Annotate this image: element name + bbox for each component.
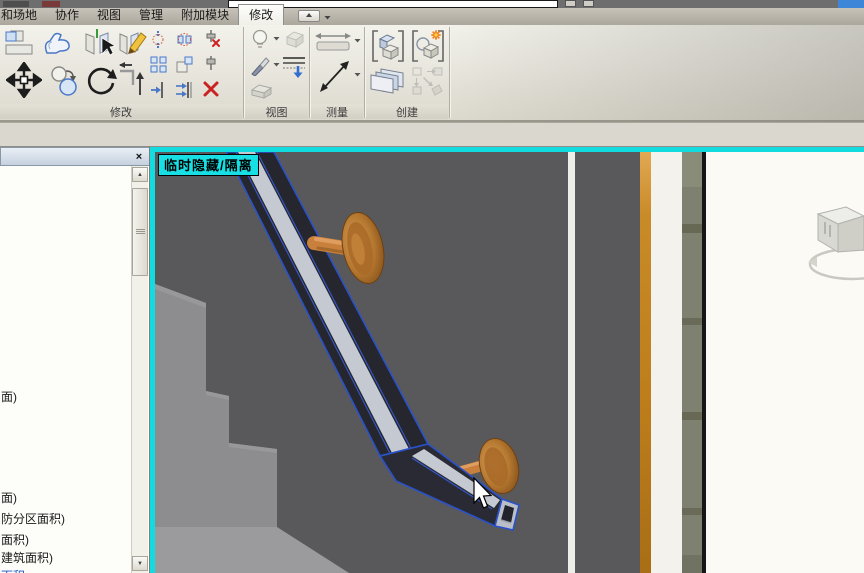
scroll-up-icon[interactable]: ▲ xyxy=(132,167,148,182)
tree-item-selected[interactable]: 面积 xyxy=(1,567,25,573)
scale-button[interactable] xyxy=(176,56,193,73)
panel-label-modify: 修改 xyxy=(0,104,242,119)
vertical-scrollbar[interactable]: ▲ ▼ xyxy=(131,166,148,573)
create-group-button[interactable] xyxy=(370,29,406,63)
tab-view[interactable]: 视图 xyxy=(88,5,130,25)
align-button[interactable] xyxy=(150,81,168,99)
tab-site[interactable]: 和场地 xyxy=(0,5,46,25)
project-browser-tree[interactable]: 面) 面) 防分区面积) 面积) 建筑面积) 面积 ▲ ▼ xyxy=(0,166,150,573)
dropdown-arrow-icon[interactable] xyxy=(354,72,361,77)
window-button-icon[interactable] xyxy=(565,0,576,7)
options-bar xyxy=(0,122,864,147)
ribbon-tab-bar: 和场地 协作 视图 管理 附加模块 修改 xyxy=(0,8,864,25)
panel-label-view: 视图 xyxy=(245,104,308,119)
panel-view: 视图 xyxy=(245,25,308,120)
create-parts-button[interactable] xyxy=(412,67,444,97)
delete-button[interactable] xyxy=(202,80,220,98)
tree-item[interactable]: 面) xyxy=(1,388,17,405)
scene-canvas[interactable] xyxy=(155,152,864,573)
ribbon-shading xyxy=(444,25,864,122)
array-button[interactable] xyxy=(150,56,167,73)
panel-modify: 修改 xyxy=(0,25,242,120)
split-element-button[interactable] xyxy=(84,28,118,58)
scroll-down-icon[interactable]: ▼ xyxy=(132,556,148,571)
create-assembly-button[interactable] xyxy=(369,65,409,99)
trim-extend-button[interactable] xyxy=(118,28,148,58)
tab-manage[interactable]: 管理 xyxy=(130,5,172,25)
dropdown-arrow-icon[interactable] xyxy=(273,62,280,67)
close-icon[interactable]: × xyxy=(132,150,146,164)
pin-button[interactable] xyxy=(203,55,220,72)
white-wall-strip xyxy=(651,152,682,573)
thin-lines-icon[interactable] xyxy=(282,55,306,78)
ribbon: 修改 xyxy=(0,25,864,122)
split-gap-alt-button[interactable] xyxy=(176,31,193,48)
tree-item[interactable]: 防分区面积) xyxy=(1,510,65,527)
panel-measure: 测量 xyxy=(311,25,363,120)
ribbon-collapse-button[interactable] xyxy=(298,10,320,22)
split-with-gap-button[interactable] xyxy=(150,31,167,48)
infocenter-blue-fragment xyxy=(838,0,864,8)
thumb-grip xyxy=(136,229,145,230)
ribbon-collapse-dropdown-icon[interactable] xyxy=(324,13,331,22)
measure-tape-icon[interactable] xyxy=(315,31,351,53)
panel-divider xyxy=(364,27,365,118)
multi-align-button[interactable] xyxy=(175,81,194,99)
tab-addins[interactable]: 附加模块 xyxy=(172,5,238,25)
tree-item[interactable]: 建筑面积) xyxy=(1,549,53,566)
wall-corner-strip xyxy=(568,152,575,573)
panel-create: 创建 xyxy=(366,25,448,120)
panel-label-create: 创建 xyxy=(366,104,448,119)
copy-button[interactable] xyxy=(48,65,82,97)
panel-label-measure: 测量 xyxy=(311,104,363,119)
paintbrush-override-icon[interactable] xyxy=(250,56,270,76)
tab-collaborate[interactable]: 协作 xyxy=(46,5,88,25)
scrollbar-thumb[interactable] xyxy=(132,188,148,276)
concrete-texture-strip xyxy=(682,152,703,573)
panel-divider xyxy=(309,27,310,118)
tab-modify[interactable]: 修改 xyxy=(238,4,284,25)
rotate-button[interactable] xyxy=(84,63,118,97)
move-button[interactable] xyxy=(6,62,42,98)
paste-button[interactable] xyxy=(3,29,35,57)
dropdown-arrow-icon[interactable] xyxy=(354,38,361,43)
project-browser-panel: × 面) 面) 防分区面积) 面积) 建筑面积) 面积 ▲ ▼ xyxy=(0,147,150,573)
isolate-box-icon[interactable] xyxy=(250,82,274,100)
window-button-icon[interactable] xyxy=(583,0,594,7)
panel-divider xyxy=(243,27,244,118)
unpin-button[interactable] xyxy=(202,29,221,48)
tree-item[interactable]: 面) xyxy=(1,489,17,506)
measure-dimension-icon[interactable] xyxy=(319,59,351,95)
wall-edge-line xyxy=(702,152,706,573)
wood-trim-strip xyxy=(640,152,651,573)
panel-divider xyxy=(449,27,450,118)
drawing-area-3d-view[interactable]: 临时隐藏/隔离 xyxy=(150,147,864,573)
create-similar-button[interactable] xyxy=(410,29,446,63)
dropdown-arrow-icon[interactable] xyxy=(273,36,280,41)
project-browser-titlebar[interactable]: × xyxy=(0,147,150,166)
temporary-hide-isolate-badge: 临时隐藏/隔离 xyxy=(158,154,259,176)
hide-window-icon[interactable] xyxy=(283,29,306,49)
tree-item[interactable]: 面积) xyxy=(1,531,29,548)
lightbulb-reveal-icon[interactable] xyxy=(250,29,270,50)
collapse-up-icon xyxy=(305,12,313,18)
offset-button[interactable] xyxy=(118,61,148,99)
join-geometry-button[interactable] xyxy=(42,31,76,57)
